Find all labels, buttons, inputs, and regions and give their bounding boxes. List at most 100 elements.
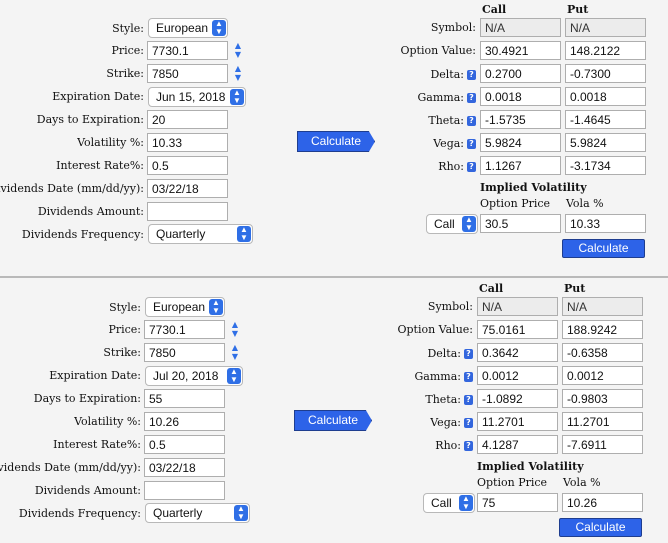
symbol-label: Symbol: [430, 21, 476, 34]
option-price-label: Option Price [477, 476, 548, 489]
help-icon[interactable]: ? [464, 418, 473, 428]
call-delta-field[interactable]: 0.3642 [477, 343, 558, 362]
interest-rate-input[interactable]: 0.5 [144, 435, 225, 454]
dividends-date-input[interactable]: 03/22/18 [144, 458, 225, 477]
call-rho-field[interactable]: 1.1267 [480, 156, 561, 175]
expiration-date-select[interactable]: Jul 20, 2018 ▲ ▼ [145, 366, 243, 386]
call-symbol-field: N/A [480, 18, 561, 37]
put-theta-field[interactable]: -1.4645 [565, 110, 646, 129]
call-gamma-field[interactable]: 0.0012 [477, 366, 558, 385]
gamma-label-text: Gamma: [414, 370, 461, 383]
call-option-value-field[interactable]: 75.0161 [477, 320, 558, 339]
help-icon[interactable]: ? [467, 139, 476, 149]
option-price-label: Option Price [480, 197, 551, 210]
call-vega-field[interactable]: 5.9824 [480, 133, 561, 152]
price-input[interactable]: 7730.1 [144, 320, 225, 339]
delta-label: Delta:? [427, 347, 473, 360]
calculator-panel-1: Style: Price: Strike: Expiration Date: D… [0, 0, 668, 278]
calculate-iv-button[interactable]: Calculate [562, 239, 645, 258]
dividends-frequency-select[interactable]: Quarterly ▲ ▼ [148, 224, 253, 244]
option-value-label: Option Value: [397, 323, 473, 336]
theta-label-text: Theta: [425, 393, 461, 406]
iv-vola-input[interactable]: 10.33 [565, 214, 646, 233]
expiration-date-value: Jun 15, 2018 [156, 90, 226, 104]
put-theta-field[interactable]: -0.9803 [562, 389, 643, 408]
price-stepper-icon[interactable]: ▲ ▼ [229, 320, 241, 338]
style-select[interactable]: European ▲ ▼ [145, 297, 225, 317]
dividends-amount-input[interactable] [144, 481, 225, 500]
put-option-value-field[interactable]: 188.9242 [562, 320, 643, 339]
select-arrows-icon: ▲ ▼ [209, 299, 223, 315]
help-icon[interactable]: ? [464, 441, 473, 451]
style-select[interactable]: European ▲ ▼ [148, 18, 228, 38]
price-stepper-icon[interactable]: ▲ ▼ [232, 41, 244, 59]
volatility-input[interactable]: 10.26 [144, 412, 225, 431]
iv-option-price-input[interactable]: 75 [477, 493, 558, 512]
call-rho-field[interactable]: 4.1287 [477, 435, 558, 454]
delta-label-text: Delta: [427, 347, 461, 360]
interest-rate-label: Interest Rate%: [53, 438, 141, 451]
delta-label-text: Delta: [430, 68, 464, 81]
call-header: Call [482, 3, 507, 16]
dividends-amount-label: Dividends Amount: [34, 484, 141, 497]
days-to-expiration-input[interactable]: 55 [144, 389, 225, 408]
calculate-button[interactable]: Calculate [294, 410, 372, 431]
dividends-date-input[interactable]: 03/22/18 [147, 179, 228, 198]
dividends-frequency-label: Dividends Frequency: [21, 228, 144, 241]
put-delta-field[interactable]: -0.6358 [562, 343, 643, 362]
put-gamma-field[interactable]: 0.0018 [565, 87, 646, 106]
put-gamma-field[interactable]: 0.0012 [562, 366, 643, 385]
strike-input[interactable]: 7850 [144, 343, 225, 362]
interest-rate-input[interactable]: 0.5 [147, 156, 228, 175]
help-icon[interactable]: ? [467, 116, 476, 126]
volatility-input[interactable]: 10.33 [147, 133, 228, 152]
dividends-frequency-value: Quarterly [153, 506, 203, 520]
price-input[interactable]: 7730.1 [147, 41, 228, 60]
put-option-value-field[interactable]: 148.2122 [565, 41, 646, 60]
strike-stepper-icon[interactable]: ▲ ▼ [229, 343, 241, 361]
put-vega-field[interactable]: 5.9824 [565, 133, 646, 152]
call-theta-field[interactable]: -1.5735 [480, 110, 561, 129]
calculate-button[interactable]: Calculate [297, 131, 375, 152]
put-delta-field[interactable]: -0.7300 [565, 64, 646, 83]
call-delta-field[interactable]: 0.2700 [480, 64, 561, 83]
vega-label-text: Vega: [433, 137, 464, 150]
strike-stepper-icon[interactable]: ▲ ▼ [232, 64, 244, 82]
dividends-date-label: Dividends Date (mm/dd/yy): [0, 461, 141, 474]
call-gamma-field[interactable]: 0.0018 [480, 87, 561, 106]
dividends-amount-input[interactable] [147, 202, 228, 221]
theta-label-text: Theta: [428, 114, 464, 127]
help-icon[interactable]: ? [467, 70, 476, 80]
help-icon[interactable]: ? [464, 395, 473, 405]
days-to-expiration-input[interactable]: 20 [147, 110, 228, 129]
dividends-frequency-select[interactable]: Quarterly ▲ ▼ [145, 503, 250, 523]
put-header: Put [567, 3, 589, 16]
help-icon[interactable]: ? [467, 93, 476, 103]
iv-option-price-input[interactable]: 30.5 [480, 214, 561, 233]
help-icon[interactable]: ? [467, 162, 476, 172]
dividends-frequency-label: Dividends Frequency: [18, 507, 141, 520]
select-arrows-icon: ▲ ▼ [227, 368, 241, 384]
help-icon[interactable]: ? [464, 372, 473, 382]
put-rho-field[interactable]: -7.6911 [562, 435, 643, 454]
iv-vola-input[interactable]: 10.26 [562, 493, 643, 512]
iv-type-select[interactable]: Call ▲ ▼ [423, 493, 475, 513]
help-icon[interactable]: ? [464, 349, 473, 359]
theta-label: Theta:? [428, 114, 476, 127]
calculator-panel-2: Style: Price: Strike: Expiration Date: D… [0, 279, 668, 543]
days-to-expiration-label: Days to Expiration: [36, 113, 144, 126]
dividends-date-label: Dividends Date (mm/dd/yy): [0, 182, 144, 195]
call-theta-field[interactable]: -1.0892 [477, 389, 558, 408]
put-symbol-field: N/A [562, 297, 643, 316]
symbol-label: Symbol: [427, 300, 473, 313]
call-vega-field[interactable]: 11.2701 [477, 412, 558, 431]
expiration-date-select[interactable]: Jun 15, 2018 ▲ ▼ [148, 87, 246, 107]
iv-type-select[interactable]: Call ▲ ▼ [426, 214, 478, 234]
put-vega-field[interactable]: 11.2701 [562, 412, 643, 431]
iv-type-value: Call [434, 217, 455, 231]
gamma-label: Gamma:? [418, 91, 476, 104]
call-option-value-field[interactable]: 30.4921 [480, 41, 561, 60]
calculate-iv-button[interactable]: Calculate [559, 518, 642, 537]
put-rho-field[interactable]: -3.1734 [565, 156, 646, 175]
strike-input[interactable]: 7850 [147, 64, 228, 83]
